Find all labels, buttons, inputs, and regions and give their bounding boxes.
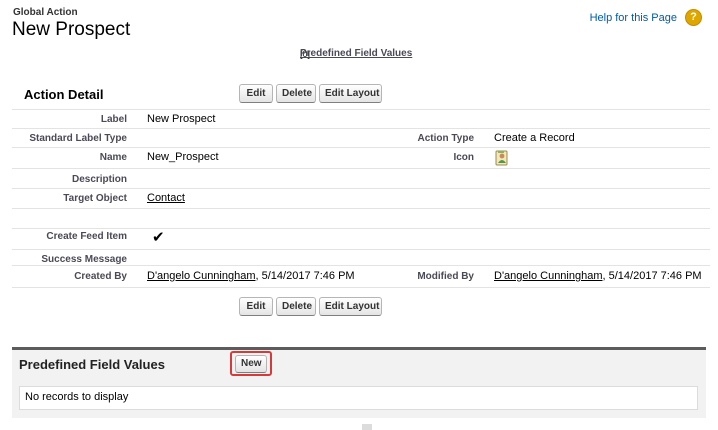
delete-button-top[interactable]: Delete — [276, 84, 316, 103]
row-divider — [12, 265, 710, 266]
label-field-value: New Prospect — [147, 113, 216, 125]
edit-button-bottom[interactable]: Edit — [239, 297, 273, 316]
page-title: New Prospect — [12, 19, 131, 40]
empty-records-text: No records to display — [25, 391, 129, 403]
modified-by-user-link[interactable]: D'angelo Cunningham — [494, 270, 603, 282]
created-by-user-link[interactable]: D'angelo Cunningham — [147, 270, 256, 282]
edit-button-top[interactable]: Edit — [239, 84, 273, 103]
name-field-label: Name — [99, 152, 127, 163]
scroll-indicator — [362, 424, 372, 430]
question-icon[interactable]: ? — [685, 9, 702, 26]
help-link[interactable]: Help for this Page — [590, 12, 677, 24]
success-message-label: Success Message — [41, 254, 127, 265]
edit-layout-button-top[interactable]: Edit Layout — [319, 84, 382, 103]
contact-card-icon — [495, 150, 509, 166]
delete-button-bottom[interactable]: Delete — [276, 297, 316, 316]
predefined-field-values-link-label[interactable]: Predefined Field Values — [300, 48, 412, 59]
target-object-label: Target Object — [63, 193, 127, 204]
row-divider — [12, 147, 710, 148]
row-divider — [12, 109, 710, 110]
action-type-value: Create a Record — [494, 132, 575, 144]
modified-by-label: Modified By — [417, 271, 474, 282]
created-by-label: Created By — [74, 271, 127, 282]
create-feed-item-label: Create Feed Item — [46, 231, 127, 242]
modified-by-date: , 5/14/2017 7:46 PM — [602, 270, 702, 282]
row-divider — [12, 188, 710, 189]
edit-layout-button-bottom[interactable]: Edit Layout — [319, 297, 382, 316]
row-divider — [12, 128, 710, 129]
created-by-value: D'angelo Cunningham, 5/14/2017 7:46 PM — [147, 270, 355, 282]
row-divider — [12, 228, 710, 229]
page-type-label: Global Action — [13, 7, 78, 18]
action-detail-title: Action Detail — [24, 87, 104, 102]
predefined-field-values-link[interactable]: Predefined Field Values [0] — [300, 48, 412, 60]
modified-by-value: D'angelo Cunningham, 5/14/2017 7:46 PM — [494, 270, 702, 282]
action-type-label: Action Type — [417, 133, 474, 144]
description-label: Description — [71, 174, 127, 185]
row-divider — [12, 287, 710, 288]
standard-label-type-label: Standard Label Type — [29, 133, 127, 144]
create-feed-item-checkmark: ✔ — [152, 229, 165, 246]
icon-field-label: Icon — [453, 152, 474, 163]
row-divider — [12, 249, 710, 250]
target-object-link[interactable]: Contact — [147, 192, 185, 204]
row-divider — [12, 168, 710, 169]
related-list-title: Predefined Field Values — [19, 357, 165, 372]
label-field-label: Label — [100, 114, 127, 125]
name-field-value: New_Prospect — [147, 151, 219, 163]
created-by-date: , 5/14/2017 7:46 PM — [255, 270, 355, 282]
new-button[interactable]: New — [235, 355, 267, 373]
row-divider — [12, 208, 710, 209]
